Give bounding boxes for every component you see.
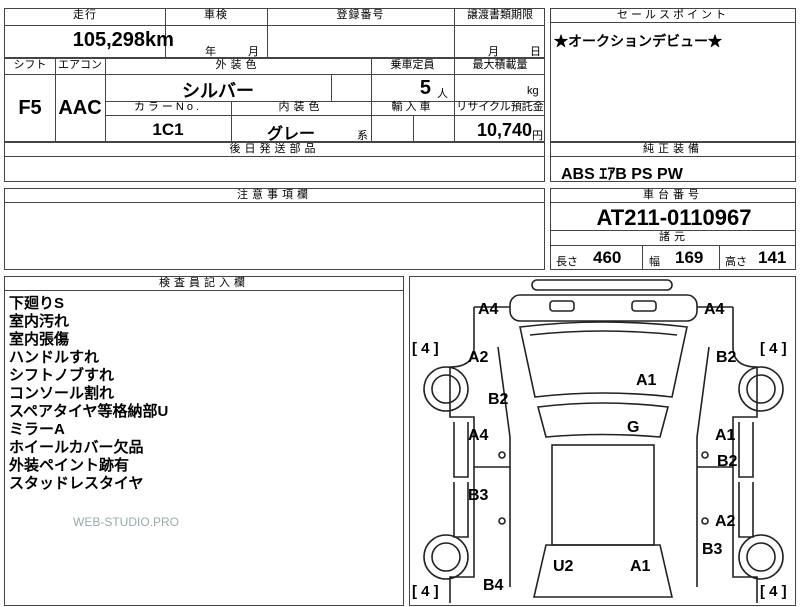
damage-code: A4 <box>468 427 489 444</box>
tire-mark: [ 4 ] <box>760 583 787 600</box>
damage-code: B3 <box>468 487 489 504</box>
inspector-notes-list: 下廻りS 室内汚れ 室内張傷 ハンドルすれ シフトノブすれ コンソール割れ スペ… <box>9 295 168 493</box>
registration-header: 登録番号 <box>336 9 385 21</box>
import-header: 輸入車 <box>391 101 434 113</box>
sales-point-box: セールスポイント ★オークションデビュー★ <box>550 8 796 142</box>
aircon-value: AAC <box>58 97 102 119</box>
recycle-unit: 円 <box>532 130 543 142</box>
car-damage-diagram: [ 4 ] [ 4 ] [ 4 ] [ 4 ] A4 A4 A2 B2 B2 A… <box>409 276 796 606</box>
mileage-unit: km <box>145 29 174 51</box>
damage-code: A4 <box>704 301 725 318</box>
exterior-color-header: 外装色 <box>215 59 261 71</box>
inspection-year-label: 年 <box>205 46 216 58</box>
max-load-header: 最大積載量 <box>472 59 528 71</box>
note-line: シフトノブすれ <box>9 367 115 384</box>
note-line: スペアタイヤ等格納部U <box>9 403 169 420</box>
transfer-month-label: 月 <box>488 46 499 58</box>
damage-code: B2 <box>716 349 737 366</box>
later-parts-header: 後日発送部品 <box>5 143 544 157</box>
height-label: 高さ <box>725 256 747 268</box>
note-line: コンソール割れ <box>9 385 115 402</box>
caution-header: 注意事項欄 <box>5 189 544 203</box>
damage-code: B3 <box>702 541 723 558</box>
note-line: スタッドレスタイヤ <box>9 475 144 492</box>
damage-code: A1 <box>715 427 736 444</box>
mileage-inspection-table: 走行 車検 登録番号 譲渡書類期限 105,298 km 年 月 月 日 <box>4 8 545 58</box>
capacity-value: 5 <box>419 77 431 99</box>
inspector-header: 検査員記入欄 <box>5 277 403 291</box>
inspection-month-label: 月 <box>248 46 259 58</box>
recycle-value: 10,740 <box>476 120 532 140</box>
equipment-header: 純正装備 <box>551 143 795 157</box>
tire-mark: [ 4 ] <box>412 340 439 357</box>
note-line: 室内汚れ <box>9 313 70 330</box>
note-line: 室内張傷 <box>9 331 70 348</box>
note-line: 外装ペイント跡有 <box>9 457 130 474</box>
aircon-header: エアコン <box>58 59 102 71</box>
interior-color-suffix: 系 <box>357 130 368 142</box>
damage-code: A2 <box>715 513 736 530</box>
max-load-unit: kg <box>527 85 539 97</box>
damage-code: A1 <box>636 372 657 389</box>
later-shipping-parts: 後日発送部品 <box>4 142 545 182</box>
caution-box: 注意事項欄 <box>4 188 545 270</box>
interior-color-header: 内装色 <box>278 101 324 113</box>
exterior-color-value: シルバー <box>182 81 254 101</box>
chassis-number: AT211-0110967 <box>596 205 752 230</box>
mileage-value: 105,298 <box>72 29 145 51</box>
width-value: 169 <box>675 248 704 267</box>
specs-header: 諸元 <box>659 231 689 243</box>
shift-value: F5 <box>18 97 42 119</box>
damage-code: A1 <box>630 558 651 575</box>
damage-code: U2 <box>553 558 574 575</box>
sales-point-header: セールスポイント <box>551 9 795 23</box>
chassis-header: 車台番号 <box>551 189 795 203</box>
damage-code: B2 <box>488 391 509 408</box>
damage-code: A4 <box>478 301 499 318</box>
color-no-header: カラーNo. <box>133 101 203 113</box>
vehicle-details-table: シフト エアコン 外装色 乗車定員 最大積載量 F5 AAC シルバー 5 人 … <box>4 58 545 143</box>
height-value: 141 <box>758 248 787 267</box>
tire-mark: [ 4 ] <box>760 340 787 357</box>
damage-code: G <box>627 419 640 436</box>
damage-code: A2 <box>468 349 489 366</box>
note-line: ハンドルすれ <box>9 349 100 366</box>
shift-header: シフト <box>13 59 47 71</box>
interior-color-value: グレー <box>266 126 315 143</box>
recycle-header: リサイクル預託金 <box>456 101 544 113</box>
color-no-value: 1C1 <box>152 120 184 139</box>
inspector-notes-box: 検査員記入欄 下廻りS 室内汚れ 室内張傷 ハンドルすれ シフトノブすれ コンソ… <box>4 276 404 606</box>
equipment-value: ABS ｴｱB PS PW <box>561 166 683 183</box>
damage-code: B4 <box>483 577 504 594</box>
length-value: 460 <box>593 248 622 267</box>
transfer-deadline-header: 譲渡書類期限 <box>467 9 533 21</box>
watermark: WEB-STUDIO.PRO <box>73 515 180 529</box>
capacity-unit: 人 <box>437 88 448 100</box>
sales-point-value: ★オークションデビュー★ <box>554 33 722 49</box>
mileage-header: 走行 <box>73 9 97 21</box>
transfer-day-label: 日 <box>530 46 541 58</box>
tire-mark: [ 4 ] <box>412 583 439 600</box>
length-label: 長さ <box>556 256 578 268</box>
inspection-header: 車検 <box>204 9 228 21</box>
note-line: ミラーA <box>9 421 65 438</box>
note-line: 下廻りS <box>9 295 65 312</box>
chassis-specs-box: 車台番号 AT211-0110967 諸元 長さ 460 幅 169 高さ 14… <box>550 188 796 270</box>
note-line: ホイールカバー欠品 <box>9 439 144 456</box>
capacity-header: 乗車定員 <box>390 59 435 71</box>
damage-code: B2 <box>717 453 738 470</box>
equipment-box: 純正装備 ABS ｴｱB PS PW <box>550 142 796 183</box>
width-label: 幅 <box>649 256 660 268</box>
